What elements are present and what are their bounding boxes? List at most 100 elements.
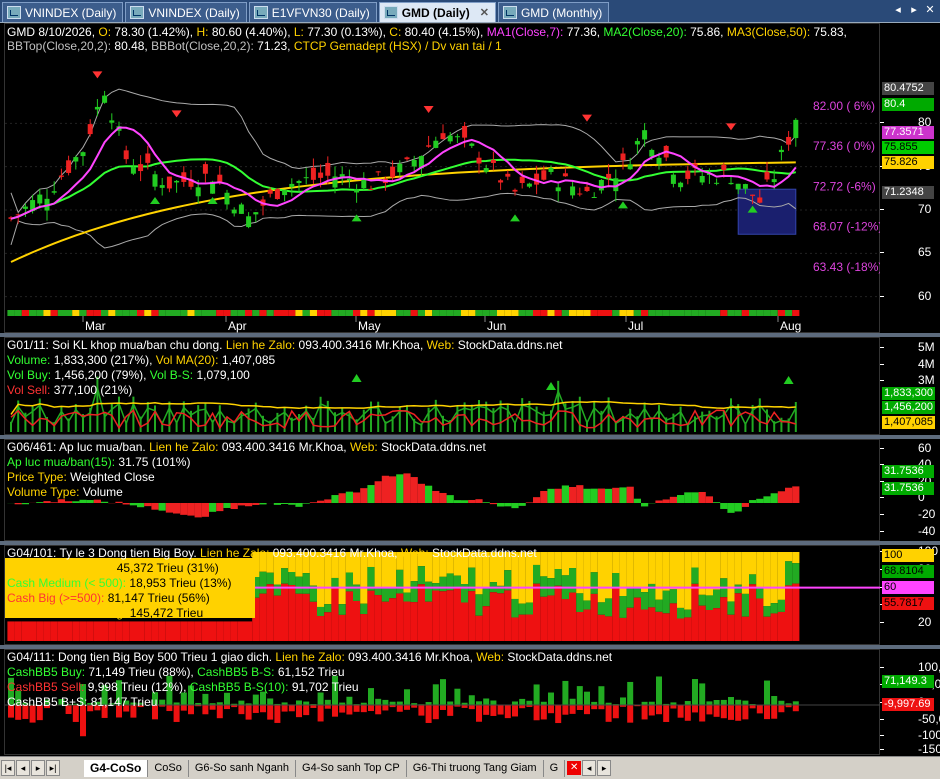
- pressure-bar: [295, 503, 302, 507]
- chart-tab[interactable]: VNINDEX (Daily): [2, 2, 123, 22]
- cash-big-bar: [583, 610, 590, 641]
- cash-medium-bar: [749, 574, 756, 584]
- trend-strip-cell: [612, 310, 619, 316]
- scroll-tabs-right-icon[interactable]: ▸: [597, 760, 611, 776]
- trend-strip-cell: [619, 310, 626, 316]
- pressure-bar: [22, 503, 29, 504]
- trend-strip-cell: [259, 310, 266, 316]
- cash-medium-bar: [389, 588, 396, 599]
- cash-big-bar: [540, 597, 547, 641]
- bigboy-legend-part: Cash Small (< 200):: [7, 561, 117, 575]
- bigboy-header-part: StockData.ddns.net: [432, 546, 537, 560]
- prev-sheet-icon[interactable]: ◂: [16, 760, 30, 776]
- cash-big-bar: [691, 584, 698, 641]
- price-chart-area[interactable]: 82.00 ( 6%)77.36 ( 0%)72.72 (-6%)68.07 (…: [4, 23, 880, 333]
- sheet-tab[interactable]: G4-CoSo: [84, 760, 148, 777]
- chart-tab-label: VNINDEX (Daily): [25, 6, 116, 20]
- trend-strip-cell: [108, 310, 115, 316]
- cashbb5-buy-bar: [267, 698, 273, 705]
- cashbb5-sell-bar: [325, 705, 331, 709]
- pressure-bar: [411, 477, 418, 503]
- chart-tab[interactable]: E1VFVN30 (Daily): [249, 2, 377, 22]
- sheet-tab[interactable]: CoSo: [148, 760, 189, 777]
- candle-body: [477, 158, 482, 164]
- trend-strip-cell: [288, 310, 295, 316]
- volume-chart-area[interactable]: G01/11: Soi KL khop mua/ban chu dong. Li…: [4, 337, 880, 435]
- close-icon[interactable]: ✕: [924, 3, 936, 17]
- pressure-bar: [425, 486, 432, 503]
- cash-big-bar: [706, 610, 713, 641]
- scroll-tabs-left-icon[interactable]: ◂: [582, 760, 596, 776]
- candle-body: [412, 160, 417, 166]
- sell-signal: [582, 115, 592, 122]
- pressure-legend-part: Volume Type:: [7, 485, 83, 499]
- scroll-left-icon[interactable]: ◂: [892, 3, 904, 17]
- bigboy-ratio-chart-area[interactable]: G04/101: Ty le 3 Dong tien Big Boy. Lien…: [4, 545, 880, 645]
- cash-medium-bar: [742, 594, 749, 617]
- candle-body: [124, 150, 129, 159]
- sheet-tab[interactable]: G6-Thi truong Tang Giam: [407, 760, 544, 777]
- cashbb5-sell-bar: [404, 705, 410, 710]
- cashbb5-sell-bar: [534, 705, 540, 720]
- cash-medium-bar: [670, 589, 677, 603]
- cash-big-bar: [36, 621, 43, 641]
- price-legend-part: MA2(Close,20):: [603, 25, 690, 39]
- axis-tick: [880, 719, 884, 720]
- cash-big-bar: [411, 602, 418, 641]
- cash-big-bar: [519, 615, 526, 641]
- cash-big-bar: [375, 595, 382, 641]
- candle-body: [657, 158, 662, 164]
- close-tab-icon[interactable]: ✕: [480, 6, 489, 19]
- trend-strip-cell: [670, 310, 677, 316]
- sheet-tab[interactable]: G: [544, 760, 566, 777]
- candle-body: [621, 153, 626, 160]
- cash-medium-bar: [576, 593, 583, 612]
- cash-big-bar: [713, 608, 720, 641]
- close-sheet-icon[interactable]: ✕: [567, 761, 581, 775]
- trend-strip-cell: [389, 310, 396, 316]
- buy-signal: [618, 201, 628, 208]
- candle-body: [585, 187, 590, 191]
- chart-tab[interactable]: VNINDEX (Daily): [125, 2, 246, 22]
- cash-big-bar: [87, 621, 94, 641]
- candle-body: [714, 183, 719, 184]
- trend-strip-cell: [555, 310, 562, 316]
- candle-body: [225, 193, 230, 205]
- chart-icon: [130, 6, 144, 19]
- next-sheet-icon[interactable]: ▸: [31, 760, 45, 776]
- last-sheet-icon[interactable]: ▸|: [46, 760, 60, 776]
- axis-tick-label: -40: [918, 524, 935, 538]
- candle-body: [426, 145, 431, 146]
- sheet-tab[interactable]: G6-So sanh Nganh: [189, 760, 296, 777]
- trend-strip-cell: [22, 310, 29, 316]
- chart-tab[interactable]: GMD (Daily)✕: [379, 2, 496, 22]
- pressure-legend-row: Ap luc mua/ban(15): 31.75 (101%): [7, 455, 190, 469]
- candle-body: [145, 153, 150, 162]
- pressure-bar: [303, 503, 310, 504]
- sheet-tab[interactable]: G4-So sanh Top CP: [296, 760, 407, 777]
- pressure-bar: [720, 503, 727, 509]
- scroll-right-icon[interactable]: ▸: [908, 3, 920, 17]
- bb500-chart-area[interactable]: G04/111: Dong tien Big Boy 500 Trieu 1 g…: [4, 649, 880, 755]
- cash-small-bar: [763, 552, 770, 606]
- chart-tab-label: VNINDEX (Daily): [148, 6, 239, 20]
- cash-small-bar: [720, 552, 727, 578]
- pressure-chart-area[interactable]: G06/461: Ap luc mua/ban. Lien he Zalo: 0…: [4, 439, 880, 541]
- pressure-bar: [555, 489, 562, 503]
- candle-body: [455, 136, 460, 137]
- cash-big-bar: [389, 598, 396, 641]
- cash-medium-bar: [641, 592, 648, 609]
- axis-tick: [880, 667, 884, 668]
- cashbb5-sell-bar: [721, 705, 727, 718]
- chart-tab[interactable]: GMD (Monthly): [498, 2, 609, 22]
- pressure-legend-part: Volume: [83, 485, 123, 499]
- cashbb5-sell-bar: [606, 705, 612, 722]
- cash-big-bar: [288, 585, 295, 641]
- axis-value-tag: 75.826: [882, 156, 934, 169]
- pressure-bar: [396, 474, 403, 503]
- sell-signal: [424, 106, 434, 113]
- first-sheet-icon[interactable]: |◂: [1, 760, 15, 776]
- pressure-bar: [605, 489, 612, 503]
- cashbb5-sell-bar: [80, 705, 86, 736]
- volume-header: G01/11: Soi KL khop mua/ban chu dong. Li…: [7, 338, 563, 352]
